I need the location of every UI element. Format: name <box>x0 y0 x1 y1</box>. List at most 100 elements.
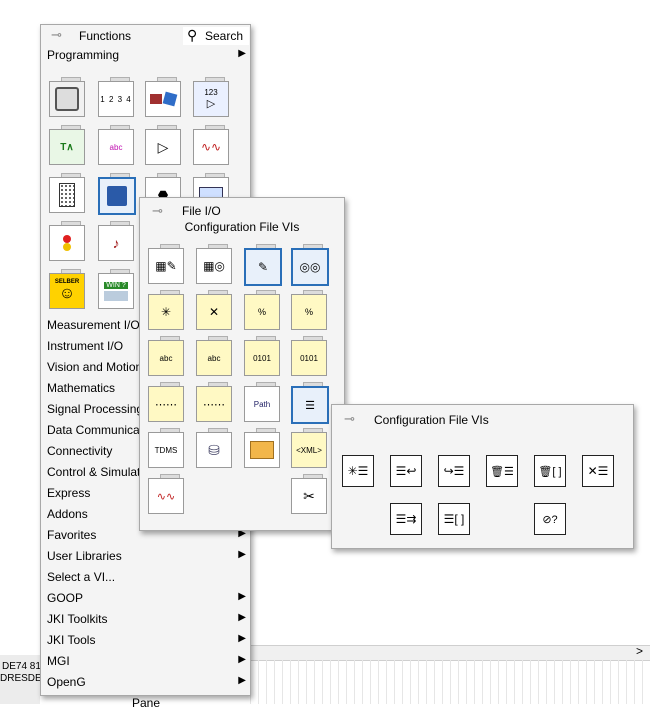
read-binary-label: 0101 <box>300 353 318 363</box>
remove-section-icon[interactable]: 🗑[ ] <box>534 455 566 487</box>
read-spreadsheet-icon[interactable]: ▦◎ <box>194 244 234 284</box>
format-into-file-icon[interactable]: % <box>242 290 282 330</box>
structures-icon[interactable] <box>47 77 87 117</box>
graphics-sound-icon[interactable]: ♪ <box>96 221 136 261</box>
category-label: Express <box>47 486 91 500</box>
array-icon-text: 1 2 3 4 <box>100 94 132 104</box>
write-binary-label: 0101 <box>253 353 271 363</box>
category-item[interactable]: OpenG ▶ <box>41 672 250 693</box>
configuration-file-vis-icon[interactable]: ☰ <box>289 382 329 424</box>
submenu-arrow-icon: ▶ <box>238 633 246 644</box>
category-item[interactable]: JKI Tools ▶ <box>41 630 250 651</box>
submenu-arrow-icon: ▶ <box>238 654 246 665</box>
read-measurement-file-icon[interactable]: ◎◎ <box>289 244 329 286</box>
waveform-file-io-icon[interactable]: ∿∿ <box>146 474 186 514</box>
tdms-icon[interactable]: TDMS <box>146 428 186 468</box>
write-text-file-icon[interactable]: abc <box>146 336 186 376</box>
dialog-ui-icon[interactable] <box>47 173 87 213</box>
category-label: OpenG <box>47 675 86 689</box>
configuration-file-title: Configuration File VIs <box>374 413 489 427</box>
selber-icon[interactable]: SELBER ☺ <box>47 269 87 309</box>
write-text-label: abc <box>159 353 173 363</box>
category-label: MGI <box>47 654 70 668</box>
scroll-right-chevron-icon[interactable]: > <box>636 644 643 658</box>
comparison-icon[interactable]: ▷ <box>143 125 183 165</box>
xml-label: <XML> <box>296 445 322 455</box>
not-a-config-refnum-icon[interactable]: ⊘? <box>534 503 566 535</box>
category-label: GOOP <box>47 591 84 605</box>
numeric-icon[interactable]: 123 ▷ <box>191 77 231 117</box>
boolean-icon[interactable]: T∧ <box>47 125 87 165</box>
array-icon[interactable]: 1 2 3 4 <box>96 77 136 117</box>
file-io-icon[interactable] <box>96 173 136 215</box>
block-diagram-grid <box>250 660 650 704</box>
category-item[interactable]: Select a VI... <box>41 567 250 588</box>
timing-waveform-icon[interactable]: ∿∿ <box>191 125 231 165</box>
close-file-icon[interactable]: ✕ <box>194 290 234 330</box>
synchronization-icon[interactable] <box>47 221 87 261</box>
path-label: Path <box>253 399 271 409</box>
close-config-data-icon[interactable]: ✕☰ <box>582 455 614 487</box>
numeric-icon-text: 123 <box>204 88 218 97</box>
pin-icon[interactable]: ⊸ <box>152 203 163 219</box>
open-file-icon[interactable]: ✳ <box>146 290 186 330</box>
scan-from-file-icon[interactable]: % <box>289 290 329 330</box>
category-item[interactable]: MGI ▶ <box>41 651 250 672</box>
file-io-subtitle: Configuration File VIs <box>184 220 300 234</box>
storage-datastore-icon[interactable]: ⛁ <box>194 428 234 468</box>
write-spreadsheet-icon[interactable]: ▦✎ <box>146 244 186 284</box>
category-label: Favorites <box>47 528 97 542</box>
search-icon: ⚲ <box>187 27 198 43</box>
file-io-palette: ⊸ File I/O Configuration File VIs ▦✎ ▦◎ … <box>139 197 345 531</box>
get-section-names-icon[interactable]: ☰[ ] <box>438 503 470 535</box>
read-text-label: abc <box>207 353 221 363</box>
submenu-arrow-icon: ▶ <box>238 48 246 59</box>
configuration-file-palette: ⊸ Configuration File VIs ✳☰ ☰↩ ↪☰ 🗑☰ 🗑[ … <box>331 404 634 549</box>
functions-titlebar: ⊸ Functions ⚲ Search <box>41 25 250 45</box>
category-item[interactable]: User Libraries ▶ <box>41 546 250 567</box>
category-programming[interactable]: Programming ▶ <box>41 45 250 66</box>
read-key-icon[interactable]: ☰↩ <box>390 455 422 487</box>
win-api-icon[interactable]: WIN ? <box>96 269 136 309</box>
category-label: User Libraries <box>47 549 122 563</box>
get-key-names-icon[interactable]: ☰⇉ <box>390 503 422 535</box>
category-label: Measurement I/O <box>47 318 140 332</box>
write-key-icon[interactable]: ↪☰ <box>438 455 470 487</box>
category-label: Programming <box>47 48 120 62</box>
category-label: Connectivity <box>47 444 113 458</box>
write-measurement-file-icon[interactable]: ✎ <box>242 244 282 286</box>
string-icon-text: abc <box>109 142 123 152</box>
pin-icon[interactable]: ⊸ <box>51 27 62 43</box>
tools-icon[interactable]: ✂ <box>289 474 329 514</box>
write-binary-file-icon[interactable]: 0101 <box>242 336 282 376</box>
category-item[interactable]: JKI Toolkits ▶ <box>41 609 250 630</box>
category-label: Instrument I/O <box>47 339 124 353</box>
xml-icon[interactable]: <XML> <box>289 428 329 468</box>
file-io-title: File I/O <box>182 204 221 218</box>
advanced-file-functions-icon[interactable]: ⋯⋯ <box>194 382 234 422</box>
category-label: Vision and Motion <box>47 360 143 374</box>
pin-icon[interactable]: ⊸ <box>344 411 355 427</box>
category-label: JKI Tools <box>47 633 96 647</box>
string-icon[interactable]: abc <box>96 125 136 165</box>
read-binary-file-icon[interactable]: 0101 <box>289 336 329 376</box>
file-constants-icon[interactable]: Path <box>242 382 282 422</box>
remove-key-icon[interactable]: 🗑☰ <box>486 455 518 487</box>
zip-folder-icon[interactable] <box>242 428 282 468</box>
binary-file-vis-icon[interactable]: ⋯⋯ <box>146 382 186 422</box>
diagram-scroll-bar[interactable] <box>250 645 650 661</box>
search-button[interactable]: ⚲ Search <box>183 27 249 45</box>
cluster-class-variant-icon[interactable] <box>143 77 183 117</box>
category-label: Signal Processing <box>47 402 144 416</box>
read-text-file-icon[interactable]: abc <box>194 336 234 376</box>
search-button-label: Search <box>205 29 244 43</box>
open-config-data-icon[interactable]: ✳☰ <box>342 455 374 487</box>
submenu-arrow-icon: ▶ <box>238 549 246 560</box>
left-panel-text-1: DE74 81 <box>2 661 41 672</box>
category-label: Select a VI... <box>47 570 116 584</box>
category-label: JKI Toolkits <box>47 612 108 626</box>
palette-title: Functions <box>79 29 132 43</box>
submenu-arrow-icon: ▶ <box>238 612 246 623</box>
category-label: Addons <box>47 507 88 521</box>
category-item[interactable]: GOOP ▶ <box>41 588 250 609</box>
